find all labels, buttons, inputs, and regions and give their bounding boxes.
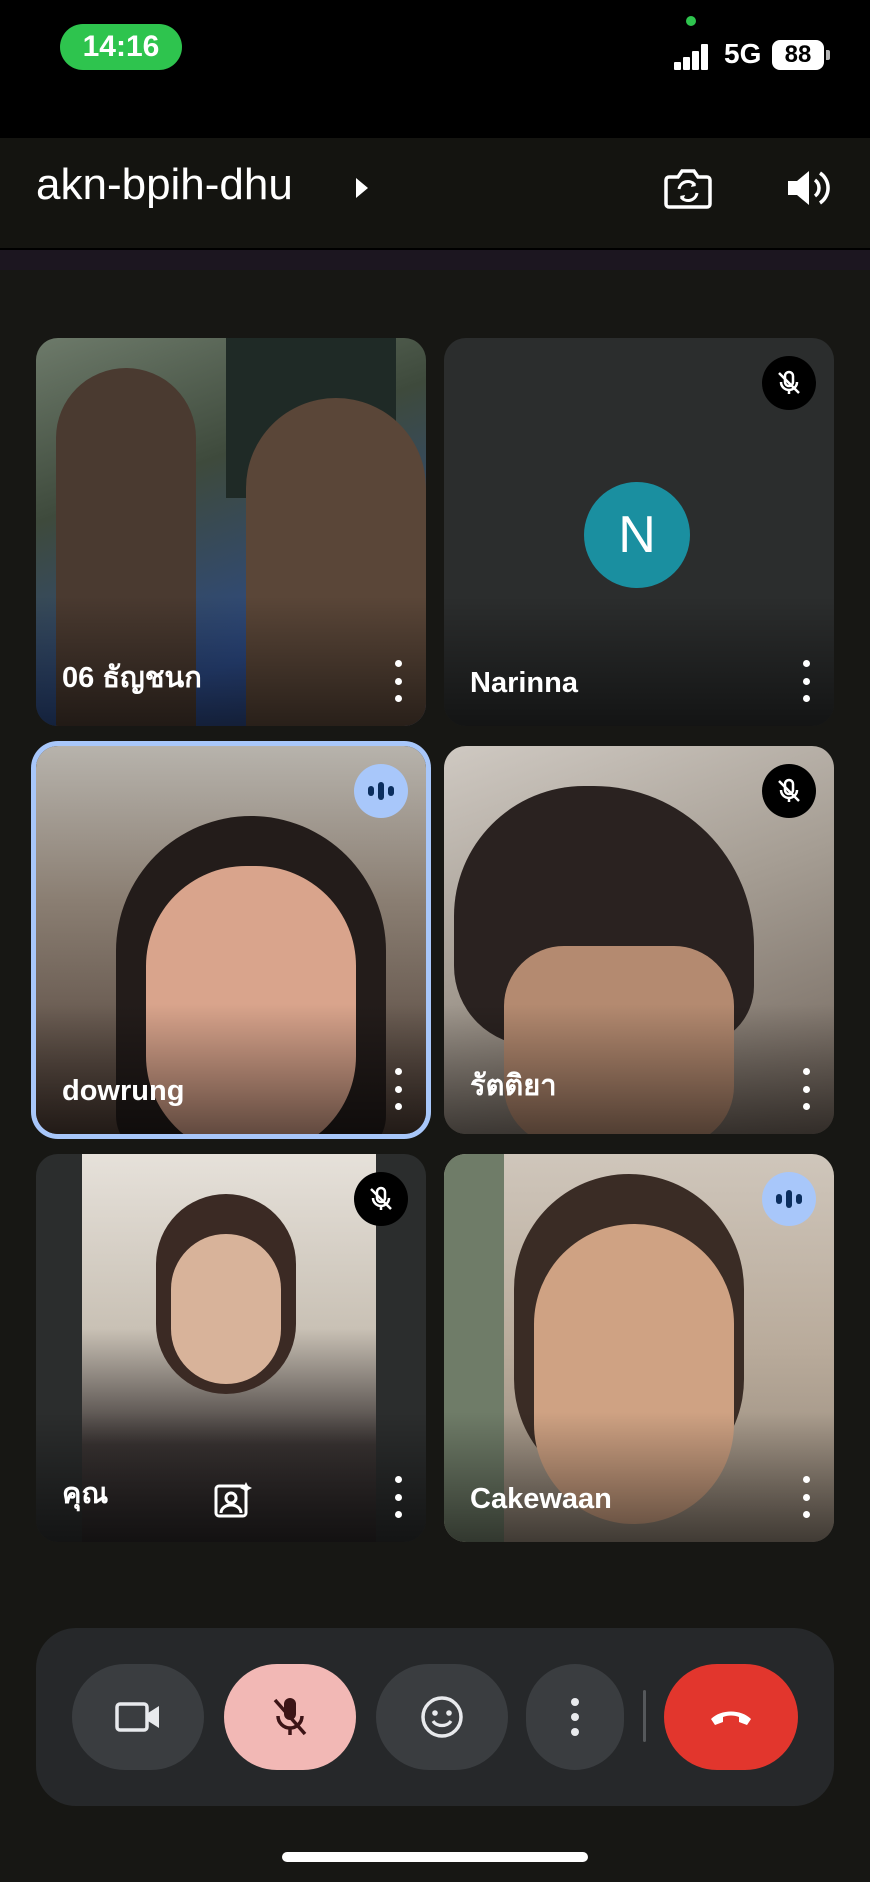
battery-indicator: 88: [772, 40, 824, 70]
participant-tile-active[interactable]: dowrung: [36, 746, 426, 1134]
video-shade: [444, 1412, 834, 1542]
participant-avatar: N: [584, 482, 690, 588]
hang-up-icon: [711, 1711, 751, 1725]
camera-switch-button[interactable]: [660, 160, 716, 216]
more-options-icon[interactable]: [388, 660, 408, 702]
more-options-icon[interactable]: [796, 1476, 816, 1518]
participant-tile[interactable]: N Narinna: [444, 338, 834, 726]
mic-muted-icon: [762, 356, 816, 410]
participant-name: dowrung: [62, 1075, 185, 1107]
camera-icon: [115, 1702, 159, 1732]
network-type: 5G: [724, 38, 762, 69]
camera-switch-icon: [664, 169, 712, 209]
self-view-tile[interactable]: คุณ: [36, 1154, 426, 1542]
participant-name: Narinna: [470, 667, 578, 699]
leave-call-button[interactable]: [664, 1664, 798, 1770]
speaking-indicator-icon: [762, 1172, 816, 1226]
participant-name: 06 ธัญชนก: [62, 662, 202, 694]
more-options-icon[interactable]: [388, 1068, 408, 1110]
participant-name: คุณ: [62, 1478, 109, 1510]
mic-toggle-button[interactable]: [224, 1664, 356, 1770]
portrait-effects-icon: [214, 1482, 252, 1518]
emoji-icon: [421, 1696, 463, 1738]
speaker-button[interactable]: [780, 160, 836, 216]
meeting-details-arrow-icon[interactable]: [356, 178, 368, 198]
participant-name: Cakewaan: [470, 1483, 612, 1515]
participant-tile[interactable]: Cakewaan: [444, 1154, 834, 1542]
participant-tile[interactable]: 06 ธัญชนก: [36, 338, 426, 726]
effects-button[interactable]: [212, 1480, 252, 1520]
more-options-icon[interactable]: [796, 1068, 816, 1110]
mic-muted-icon: [354, 1172, 408, 1226]
home-indicator[interactable]: [282, 1852, 588, 1862]
more-vert-icon: [571, 1698, 579, 1736]
self-video: [171, 1234, 281, 1384]
more-options-icon[interactable]: [388, 1476, 408, 1518]
controls-separator: [643, 1690, 646, 1742]
camera-toggle-button[interactable]: [72, 1664, 204, 1770]
video-shade: [444, 596, 834, 726]
meeting-code[interactable]: akn-bpih-dhu: [36, 160, 293, 210]
mic-off-icon: [273, 1698, 307, 1736]
privacy-indicator-dot: [686, 16, 696, 26]
speaking-indicator-icon: [354, 764, 408, 818]
participant-tile[interactable]: รัตติยา: [444, 746, 834, 1134]
participant-name: รัตติยา: [470, 1070, 557, 1102]
header-divider: [0, 250, 870, 270]
mic-muted-icon: [762, 764, 816, 818]
signal-icon: [674, 44, 710, 70]
status-time: 14:16: [60, 24, 182, 70]
more-options-icon[interactable]: [796, 660, 816, 702]
speaker-icon: [788, 171, 830, 205]
more-options-button[interactable]: [526, 1664, 624, 1770]
reactions-button[interactable]: [376, 1664, 508, 1770]
video-shade: [36, 1004, 426, 1134]
battery-icon: [826, 50, 830, 60]
